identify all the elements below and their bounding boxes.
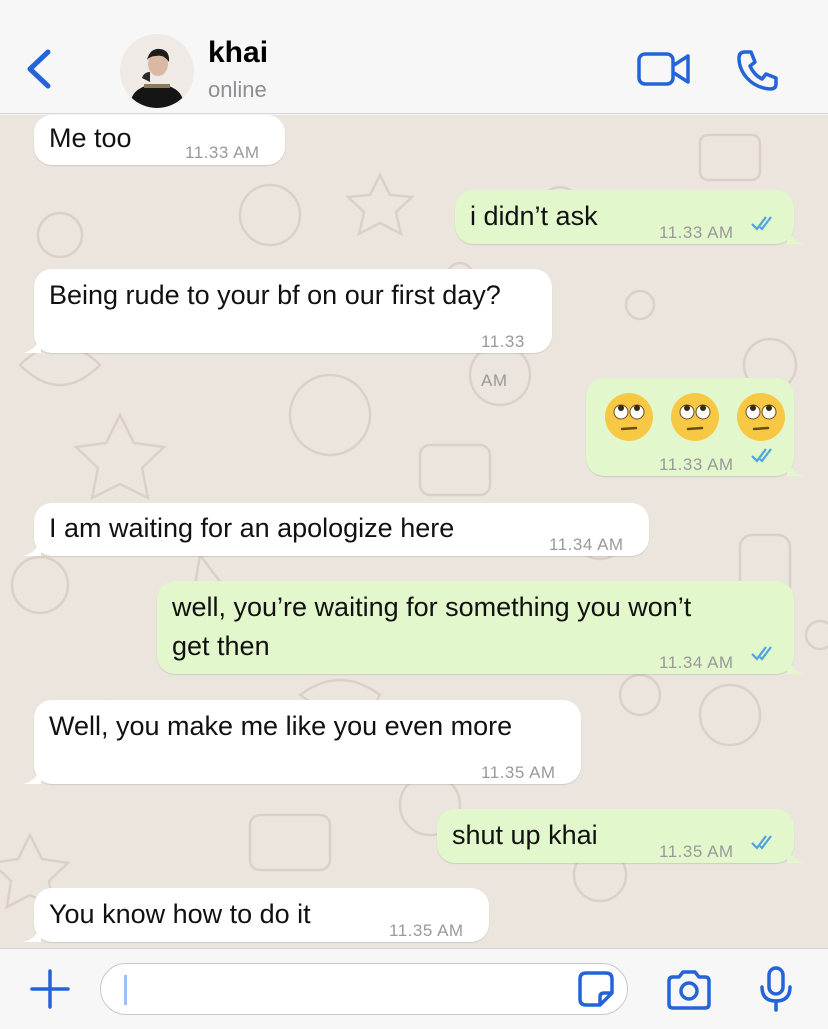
bubble-tail bbox=[23, 764, 41, 784]
message-incoming[interactable]: You know how to do it 11.35 AM bbox=[23, 888, 489, 942]
video-camera-icon bbox=[637, 52, 690, 86]
bubble-tail bbox=[787, 224, 805, 244]
message-text: shut up khai bbox=[452, 820, 598, 850]
video-call-button[interactable] bbox=[636, 50, 692, 88]
rolling-eyes-emoji bbox=[671, 393, 719, 441]
contact-status: online bbox=[208, 77, 267, 102]
message-incoming[interactable]: Being rude to your bf on our first day? … bbox=[23, 269, 552, 390]
message-incoming[interactable]: Well, you make me like you even more 11.… bbox=[23, 700, 581, 784]
bubble-tail bbox=[23, 536, 41, 556]
emoji-row bbox=[603, 391, 787, 443]
message-incoming[interactable]: Me too 11.33 AM bbox=[34, 115, 285, 165]
voice-call-button[interactable] bbox=[736, 48, 780, 92]
message-text-line: well, you’re waiting for something you w… bbox=[172, 592, 692, 622]
message-incoming[interactable]: I am waiting for an apologize here 11.34… bbox=[23, 503, 649, 556]
chat-area[interactable]: Me too 11.33 AM i didn’t ask 11.33 AM Be… bbox=[0, 115, 828, 948]
message-text: You know how to do it bbox=[49, 899, 311, 929]
message-time: 11.33 AM bbox=[185, 143, 260, 162]
attach-button[interactable] bbox=[28, 967, 72, 1011]
message-time: 11.34 AM bbox=[659, 653, 734, 672]
bubble-tail bbox=[23, 333, 41, 353]
bubble-tail bbox=[787, 843, 805, 863]
message-time: 11.35 AM bbox=[389, 921, 464, 940]
message-outgoing[interactable]: 11.33 AM bbox=[586, 378, 805, 476]
double-check-icon bbox=[751, 835, 772, 850]
bubble-tail bbox=[787, 654, 805, 674]
message-time: 11.35 AM bbox=[481, 763, 556, 782]
sticker-button[interactable] bbox=[576, 969, 616, 1009]
rolling-eyes-emoji bbox=[605, 393, 653, 441]
message-text: Being rude to your bf on our first day? bbox=[49, 280, 501, 310]
phone-icon bbox=[737, 50, 778, 91]
message-time: 11.33 AM bbox=[659, 455, 734, 474]
avatar[interactable] bbox=[120, 34, 194, 108]
message-time: 11.35 AM bbox=[659, 842, 734, 861]
double-check-icon bbox=[751, 448, 772, 463]
chat-header: khai online bbox=[0, 0, 828, 114]
message-text: I am waiting for an apologize here bbox=[49, 513, 455, 543]
message-text-line: get then bbox=[172, 631, 270, 661]
double-check-icon bbox=[751, 216, 772, 231]
back-button[interactable] bbox=[22, 46, 58, 92]
voice-message-button[interactable] bbox=[758, 965, 794, 1013]
camera-button[interactable] bbox=[664, 969, 714, 1011]
composer-bar bbox=[0, 948, 828, 1029]
chevron-left-icon bbox=[27, 49, 51, 89]
double-check-icon bbox=[751, 646, 772, 661]
contact-name[interactable]: khai bbox=[208, 36, 268, 70]
bubble-tail bbox=[787, 456, 805, 476]
message-outgoing[interactable]: well, you’re waiting for something you w… bbox=[157, 581, 805, 674]
microphone-icon bbox=[760, 966, 792, 1012]
camera-icon bbox=[667, 970, 711, 1010]
sticker-icon bbox=[578, 971, 614, 1007]
message-outgoing[interactable]: shut up khai 11.35 AM bbox=[437, 809, 805, 863]
message-time: 11.33 AM bbox=[481, 332, 525, 390]
rolling-eyes-emoji bbox=[737, 393, 785, 441]
message-text: Me too bbox=[49, 123, 132, 153]
text-cursor bbox=[124, 975, 127, 1005]
message-outgoing[interactable]: i didn’t ask 11.33 AM bbox=[455, 190, 805, 244]
message-time: 11.33 AM bbox=[659, 223, 734, 242]
message-input[interactable] bbox=[100, 963, 628, 1015]
message-time: 11.34 AM bbox=[549, 535, 624, 554]
bubble-tail bbox=[23, 922, 41, 942]
message-text: Well, you make me like you even more bbox=[49, 711, 513, 741]
plus-icon bbox=[30, 969, 70, 1009]
message-text: i didn’t ask bbox=[470, 201, 598, 231]
